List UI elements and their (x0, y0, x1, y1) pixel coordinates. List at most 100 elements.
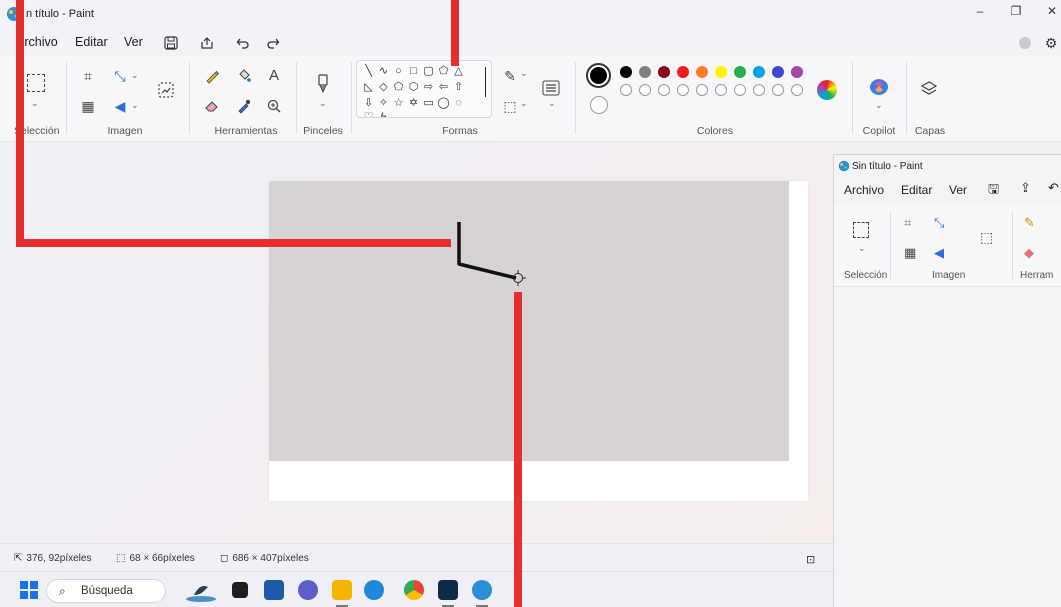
line-shape-icon[interactable]: ╲ (362, 65, 375, 78)
outline-chevron-icon[interactable]: ⌄ (520, 68, 528, 79)
copilot-chevron-icon[interactable]: ⌄ (875, 100, 883, 111)
share-icon[interactable] (196, 33, 218, 53)
hexagon-shape-icon[interactable]: ⬡ (407, 81, 420, 94)
task-view-icon[interactable] (232, 582, 248, 598)
color-swatch[interactable] (639, 66, 651, 78)
crop-icon[interactable]: ⌗ (78, 66, 98, 86)
taskbar-search[interactable]: ⌕ Búsqueda (46, 579, 166, 603)
resize-chevron-icon[interactable]: ⌄ (131, 70, 139, 81)
selection-chevron-icon[interactable]: ⌄ (31, 98, 39, 109)
fill-bucket-icon[interactable] (234, 66, 254, 86)
color-swatch[interactable] (753, 84, 765, 96)
color-swatch[interactable] (772, 84, 784, 96)
color-swatch[interactable] (639, 84, 651, 96)
rounded-rectangle-shape-icon[interactable]: ▢ (422, 65, 435, 78)
primary-color-button[interactable] (586, 63, 611, 88)
color-swatch[interactable] (658, 66, 670, 78)
diamond-shape-icon[interactable]: ◇ (377, 81, 390, 94)
callout-rect-shape-icon[interactable]: ▭ (422, 97, 435, 110)
edge-browser-icon[interactable] (364, 580, 384, 600)
color-swatch[interactable] (677, 66, 689, 78)
resize-icon[interactable]: ⤡ (110, 66, 130, 86)
eraser-icon[interactable] (202, 96, 222, 116)
fill-chevron-icon[interactable]: ⌄ (520, 98, 528, 109)
rotate-icon[interactable]: ◀ (110, 96, 130, 116)
pencil-icon[interactable] (202, 66, 222, 86)
color-swatch[interactable] (620, 66, 632, 78)
fit-to-window-icon[interactable]: ⊡ (806, 553, 815, 566)
line-width-chevron-icon[interactable]: ⌄ (548, 98, 556, 109)
edit-colors-icon[interactable] (817, 80, 837, 100)
second-menu-ver[interactable]: Ver (949, 183, 967, 197)
text-tool-icon[interactable]: A (264, 65, 284, 85)
lightning-shape-icon[interactable]: ϟ (377, 111, 390, 117)
second-save-icon[interactable]: 🖫 (988, 180, 999, 202)
color-swatch[interactable] (658, 84, 670, 96)
brush-icon[interactable] (313, 74, 333, 94)
taskbar-widget-bird-icon[interactable] (184, 577, 218, 606)
teams-chat-icon[interactable] (298, 580, 318, 600)
color-swatch[interactable] (620, 84, 632, 96)
pentagon-shape-icon[interactable]: ⬠ (392, 81, 405, 94)
paint-taskbar-icon[interactable] (472, 580, 492, 600)
second-eraser-icon[interactable]: ◆ (1024, 245, 1034, 261)
second-menu-editar[interactable]: Editar (901, 183, 932, 197)
second-undo-icon[interactable]: ↶ (1048, 180, 1059, 196)
image-select-icon[interactable] (156, 80, 176, 100)
color-swatch[interactable] (791, 66, 803, 78)
second-selection-icon[interactable] (853, 222, 869, 238)
menu-ver[interactable]: Ver (124, 35, 143, 49)
second-resize-icon[interactable]: ⤡ (934, 215, 944, 231)
second-menu-archivo[interactable]: Archivo (844, 183, 884, 197)
callout-cloud-shape-icon[interactable]: ◌ (452, 97, 465, 110)
account-icon[interactable] (1019, 37, 1031, 49)
copilot-icon[interactable] (868, 76, 890, 101)
arrow-left-shape-icon[interactable]: ⇦ (437, 81, 450, 94)
rectangle-shape-icon[interactable]: □ (407, 65, 420, 78)
color-swatch[interactable] (677, 84, 689, 96)
second-image-select-icon[interactable]: ⬚ (980, 229, 993, 246)
magnifier-icon[interactable] (264, 96, 284, 116)
widgets-icon[interactable] (264, 580, 284, 600)
second-crop-icon[interactable]: ⌗ (904, 215, 911, 231)
file-explorer-icon[interactable] (332, 580, 352, 600)
color-swatch[interactable] (715, 66, 727, 78)
curve-shape-icon[interactable]: ∿ (377, 65, 390, 78)
arrow-down-shape-icon[interactable]: ⇩ (362, 97, 375, 110)
minimize-button[interactable]: – (968, 4, 992, 24)
star5-shape-icon[interactable]: ☆ (392, 97, 405, 110)
second-pencil-icon[interactable]: ✎ (1024, 215, 1035, 231)
heart-shape-icon[interactable]: ♡ (362, 111, 375, 117)
color-swatch[interactable] (696, 66, 708, 78)
shape-outline-icon[interactable]: ✎ (500, 66, 520, 86)
triangle-shape-icon[interactable]: △ (452, 65, 465, 78)
color-swatch[interactable] (696, 84, 708, 96)
arrow-up-shape-icon[interactable]: ⇧ (452, 81, 465, 94)
star6-shape-icon[interactable]: ✡ (407, 97, 420, 110)
layers-icon[interactable] (920, 80, 938, 101)
line-width-icon[interactable] (541, 78, 561, 98)
color-swatch[interactable] (791, 84, 803, 96)
polygon-shape-icon[interactable]: ⬠ (437, 65, 450, 78)
color-swatch[interactable] (772, 66, 784, 78)
selection-rect-icon[interactable] (27, 74, 45, 92)
callout-oval-shape-icon[interactable]: ◯ (437, 97, 450, 110)
second-share-icon[interactable]: ⇪ (1020, 180, 1031, 196)
windows-start-icon[interactable] (20, 581, 38, 602)
color-swatch[interactable] (734, 66, 746, 78)
rotate-chevron-icon[interactable]: ⌄ (131, 100, 139, 111)
photoshop-icon[interactable] (438, 580, 458, 600)
maximize-button[interactable]: ❐ (1004, 4, 1028, 24)
secondary-color-button[interactable] (590, 96, 608, 114)
save-icon[interactable] (160, 33, 182, 53)
chrome-browser-icon[interactable] (404, 580, 424, 600)
undo-icon[interactable] (232, 33, 254, 53)
oval-shape-icon[interactable]: ○ (392, 65, 405, 78)
color-swatch[interactable] (734, 84, 746, 96)
second-paint-window[interactable]: Sin título - Paint Archivo Editar Ver 🖫 … (833, 154, 1061, 607)
star4-shape-icon[interactable]: ✧ (377, 97, 390, 110)
second-grid-icon[interactable]: ▦ (904, 245, 916, 261)
image-grid-icon[interactable]: ▦ (78, 96, 98, 116)
color-picker-icon[interactable] (234, 96, 254, 116)
right-triangle-shape-icon[interactable]: ◺ (362, 81, 375, 94)
